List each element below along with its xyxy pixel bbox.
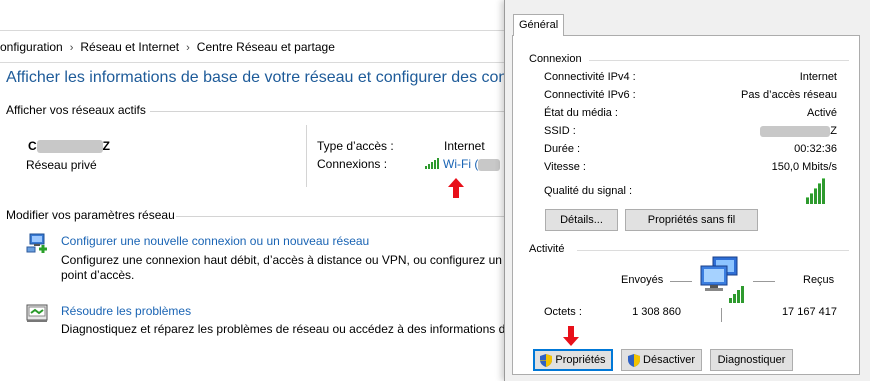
- tab-general[interactable]: Général: [513, 14, 564, 36]
- tab-panel-general: Connexion Connectivité IPv4 : Internet C…: [512, 35, 860, 375]
- red-arrow-down-icon: [563, 326, 579, 346]
- divider: [0, 62, 510, 63]
- signal-strength-icon: [806, 177, 825, 204]
- divider: [306, 125, 307, 187]
- connection-group-title: Connexion: [529, 53, 582, 65]
- chevron-right-icon: ›: [186, 42, 190, 54]
- properties-button[interactable]: Propriétés: [533, 349, 613, 371]
- connections-label: Connexions :: [317, 157, 388, 171]
- page-title: Afficher les informations de base de vot…: [6, 69, 526, 86]
- uac-shield-icon: [540, 353, 553, 367]
- bytes-sent-value: 1 308 860: [632, 306, 681, 318]
- divider: [670, 281, 692, 282]
- divider: [577, 250, 849, 251]
- speed-label: Vitesse :: [544, 161, 586, 173]
- disable-button[interactable]: Désactiver: [621, 349, 702, 371]
- redacted-block: [36, 140, 103, 154]
- troubleshoot-icon: [26, 304, 48, 322]
- breadcrumb: onfiguration › Réseau et Internet › Centre R…: [0, 40, 335, 54]
- setup-connection-description-2: point d’accès.: [61, 268, 135, 282]
- breadcrumb-item-control-panel[interactable]: onfiguration: [0, 40, 63, 54]
- divider: [753, 281, 775, 282]
- received-label: Reçus: [803, 274, 835, 286]
- wifi-link-text[interactable]: Wi-Fi (: [443, 157, 478, 171]
- wifi-status-dialog: Général Connexion Connectivité IPv4 : In…: [504, 0, 870, 381]
- setup-connection-description: Configurez une connexion haut débit, d’a…: [61, 253, 516, 267]
- divider: [176, 216, 510, 217]
- setup-new-connection-link[interactable]: Configurer une nouvelle connexion ou un …: [61, 234, 369, 248]
- wireless-properties-button[interactable]: Propriétés sans fil: [625, 209, 758, 231]
- duration-label: Durée :: [544, 143, 581, 155]
- network-name: CZ: [28, 139, 111, 154]
- ssid-value-suffix: Z: [830, 125, 837, 137]
- screen: onfiguration › Réseau et Internet › Centre R…: [0, 0, 870, 381]
- disable-label: Désactiver: [643, 354, 695, 366]
- bytes-label: Octets :: [544, 306, 582, 318]
- media-state-value: Activé: [807, 107, 837, 119]
- divider: [589, 60, 849, 61]
- media-state-label: État du média :: [544, 107, 618, 119]
- access-type-value: Internet: [444, 139, 485, 153]
- red-arrow-up-icon: [448, 178, 464, 198]
- redacted-block: [478, 158, 501, 171]
- wifi-signal-icon: [425, 158, 439, 169]
- network-name-suffix: Z: [102, 139, 111, 153]
- ssid-value: Z: [760, 125, 837, 137]
- ipv6-label: Connectivité IPv6 :: [544, 89, 636, 101]
- sent-label: Envoyés: [621, 274, 664, 286]
- signal-quality-label: Qualité du signal :: [544, 185, 633, 197]
- troubleshoot-description: Diagnostiquez et réparez les problèmes d…: [61, 322, 522, 336]
- divider: [150, 111, 510, 112]
- network-name-prefix: C: [28, 139, 37, 153]
- bytes-received-value: 17 167 417: [781, 306, 837, 318]
- active-networks-heading: Afficher vos réseaux actifs: [6, 103, 146, 117]
- redacted-block: [760, 125, 831, 137]
- ipv6-value: Pas d’accès réseau: [741, 89, 837, 101]
- new-connection-icon: [26, 233, 47, 253]
- speed-value: 150,0 Mbits/s: [771, 161, 837, 173]
- wifi-connection-link[interactable]: Wi-Fi (: [425, 157, 501, 171]
- chevron-right-icon: ›: [69, 42, 74, 54]
- details-button[interactable]: Détails...: [545, 209, 618, 231]
- network-type: Réseau privé: [26, 158, 97, 172]
- network-sharing-center-window: onfiguration › Réseau et Internet › Centre R…: [0, 0, 525, 381]
- activity-group-title: Activité: [529, 243, 565, 255]
- diagnose-button[interactable]: Diagnostiquer: [710, 349, 793, 371]
- access-type-label: Type d’accès :: [317, 139, 394, 153]
- troubleshoot-link[interactable]: Résoudre les problèmes: [61, 304, 191, 318]
- ipv4-label: Connectivité IPv4 :: [544, 71, 636, 83]
- ipv4-value: Internet: [799, 71, 837, 83]
- ssid-label: SSID :: [544, 125, 576, 137]
- breadcrumb-item-network-internet[interactable]: Réseau et Internet: [80, 40, 179, 54]
- modify-settings-heading: Modifier vos paramètres réseau: [6, 208, 175, 222]
- breadcrumb-item-network-center[interactable]: Centre Réseau et partage: [197, 40, 335, 54]
- properties-label: Propriétés: [555, 354, 606, 366]
- divider: [721, 308, 722, 322]
- uac-shield-icon: [628, 353, 641, 367]
- window-title-bar: [0, 0, 510, 31]
- network-computers-icon: [700, 256, 744, 303]
- duration-value: 00:32:36: [794, 143, 837, 155]
